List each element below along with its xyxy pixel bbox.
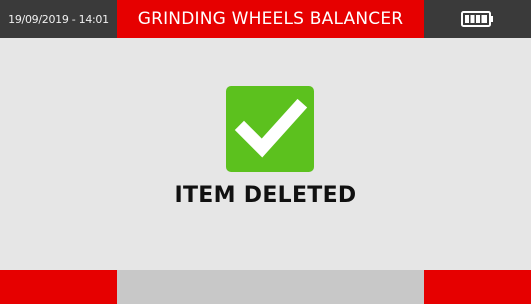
device-screen: 19/09/2019 - 14:01 GRINDING WHEELS BALAN… [0,0,531,304]
softkey-left-button[interactable] [0,270,117,304]
app-title: GRINDING WHEELS BALANCER [137,9,404,29]
datetime-display: 19/09/2019 - 14:01 [0,0,117,38]
status-message: ITEM DELETED [174,183,357,208]
battery-status [424,0,531,38]
softkey-right-button[interactable] [424,270,531,304]
battery-full-icon [460,11,495,27]
header-bar: 19/09/2019 - 14:01 GRINDING WHEELS BALAN… [0,0,531,38]
softkey-center-button[interactable] [117,270,424,304]
checkmark-icon [226,86,314,172]
